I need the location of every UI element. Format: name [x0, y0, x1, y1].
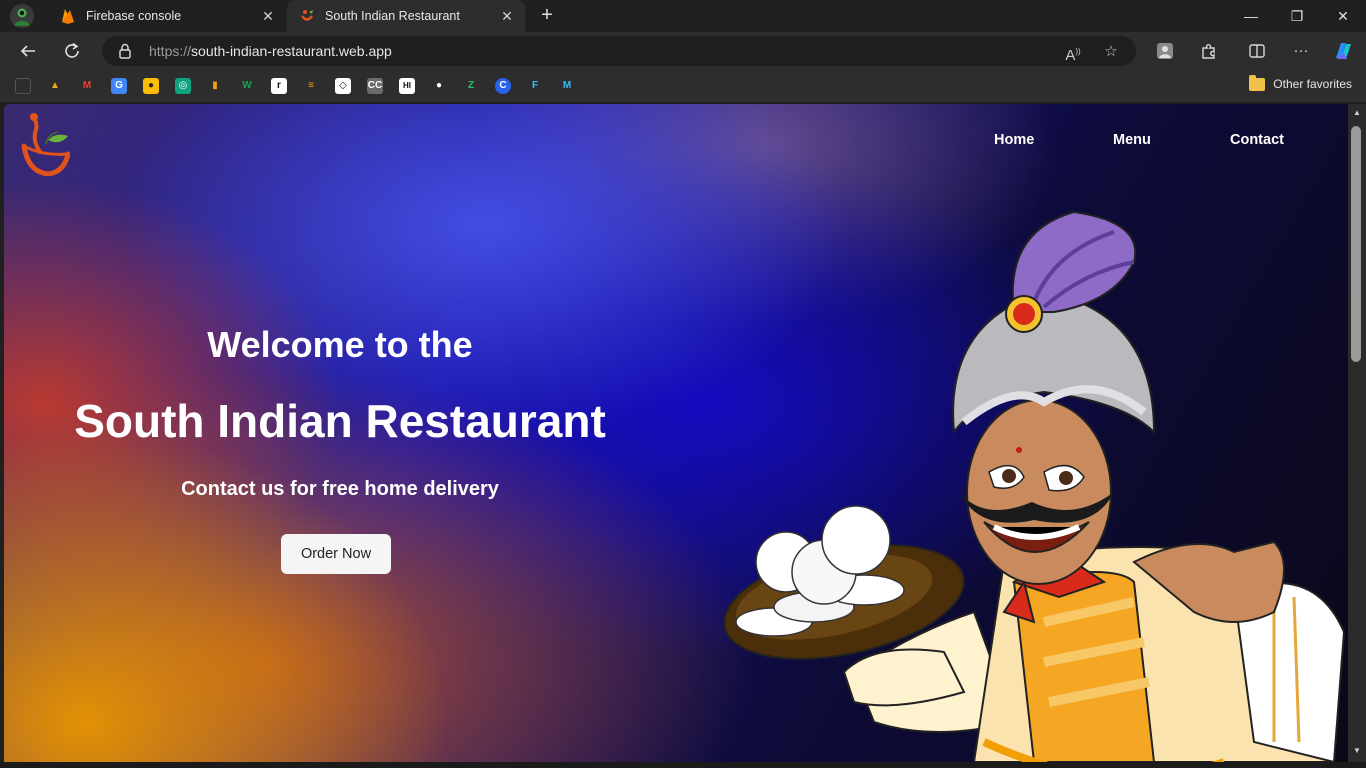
page-viewport: Home Menu Contact Welcome to the South I… [4, 104, 1348, 762]
extensions-puzzle-icon[interactable] [1198, 40, 1220, 62]
scrollbar-thumb[interactable] [1351, 126, 1361, 362]
scroll-up-arrow-icon[interactable]: ▲ [1351, 108, 1363, 118]
restaurant-logo[interactable] [18, 110, 70, 176]
w-icon[interactable]: W [239, 78, 255, 94]
gmail-icon[interactable]: M [79, 78, 95, 94]
order-now-button[interactable]: Order Now [281, 534, 391, 574]
lock-icon[interactable] [118, 43, 132, 59]
nav-menu[interactable]: Menu [1113, 132, 1151, 148]
firebase-icon [60, 8, 76, 24]
tab-title: Firebase console [86, 9, 182, 23]
z-icon[interactable]: Z [463, 78, 479, 94]
cc-icon[interactable]: CC [367, 78, 383, 94]
hashnode-icon[interactable]: HI [399, 78, 415, 94]
chef-illustration [723, 210, 1346, 762]
scroll-down-arrow-icon[interactable]: ▼ [1351, 746, 1363, 756]
extension-photo-icon[interactable] [1154, 40, 1176, 62]
read-aloud-icon[interactable]: A)) [1062, 41, 1084, 64]
tab-title: South Indian Restaurant [325, 9, 460, 23]
copilot-icon[interactable] [1332, 40, 1354, 62]
url-host: south-indian-restaurant.web.app [191, 43, 392, 59]
profile-avatar[interactable] [10, 4, 34, 28]
tab-firebase-console[interactable]: Firebase console ✕ [48, 0, 286, 32]
hero-subtitle: Contact us for free home delivery [181, 478, 499, 500]
r-icon[interactable]: r [271, 78, 287, 94]
fast-icon[interactable]: F [527, 78, 543, 94]
more-options-icon[interactable]: ··· [1290, 40, 1312, 62]
c-icon[interactable]: C [495, 78, 511, 94]
close-window-icon[interactable]: ✕ [1320, 0, 1366, 32]
favorite-star-icon[interactable]: ☆ [1100, 41, 1122, 63]
minimize-icon[interactable]: — [1228, 0, 1274, 32]
translate-icon[interactable]: G [111, 78, 127, 94]
m-icon[interactable]: M [559, 78, 575, 94]
url-text[interactable]: https://south-indian-restaurant.web.app [149, 43, 392, 59]
new-tab-icon[interactable]: + [536, 5, 558, 26]
split-screen-icon[interactable] [1246, 40, 1268, 62]
browser-title-bar: Firebase console ✕ South Indian Restaura… [0, 0, 1366, 32]
address-bar[interactable]: https://south-indian-restaurant.web.app … [102, 36, 1136, 66]
firebase-icon[interactable]: ▲ [47, 78, 63, 94]
keep-icon[interactable]: ● [143, 78, 159, 94]
restore-icon[interactable]: ❐ [1274, 0, 1320, 32]
other-favorites-label: Other favorites [1273, 77, 1352, 91]
url-scheme: https:// [149, 43, 192, 59]
restaurant-logo-icon [299, 8, 315, 24]
tab-south-indian-restaurant[interactable]: South Indian Restaurant ✕ [287, 0, 525, 32]
bookmarks-bar: ▲ M G ● ◎ ▮ W r ≡ ◇ CC HI ● Z C F M Othe… [0, 70, 1366, 102]
close-tab-icon[interactable]: ✕ [499, 8, 515, 24]
hero-title: South Indian Restaurant [74, 395, 606, 447]
hero-welcome-text: Welcome to the [207, 324, 473, 365]
bookmark-icon[interactable]: ▮ [207, 78, 223, 94]
kaggle-icon[interactable]: ≡ [303, 78, 319, 94]
folder-icon [1249, 74, 1266, 91]
refresh-icon[interactable] [57, 36, 87, 66]
other-favorites[interactable]: Other favorites [1249, 74, 1352, 91]
github-icon[interactable]: ● [431, 78, 447, 94]
codepen-icon[interactable]: ◇ [335, 78, 351, 94]
window-bottom-edge [0, 762, 1366, 768]
close-tab-icon[interactable]: ✕ [260, 8, 276, 24]
chatgpt-icon[interactable]: ◎ [175, 78, 191, 94]
back-icon[interactable] [13, 36, 43, 66]
nav-home[interactable]: Home [994, 132, 1034, 148]
browser-toolbar: https://south-indian-restaurant.web.app … [0, 32, 1366, 70]
folder-icon[interactable] [15, 78, 31, 94]
nav-contact[interactable]: Contact [1230, 132, 1284, 148]
